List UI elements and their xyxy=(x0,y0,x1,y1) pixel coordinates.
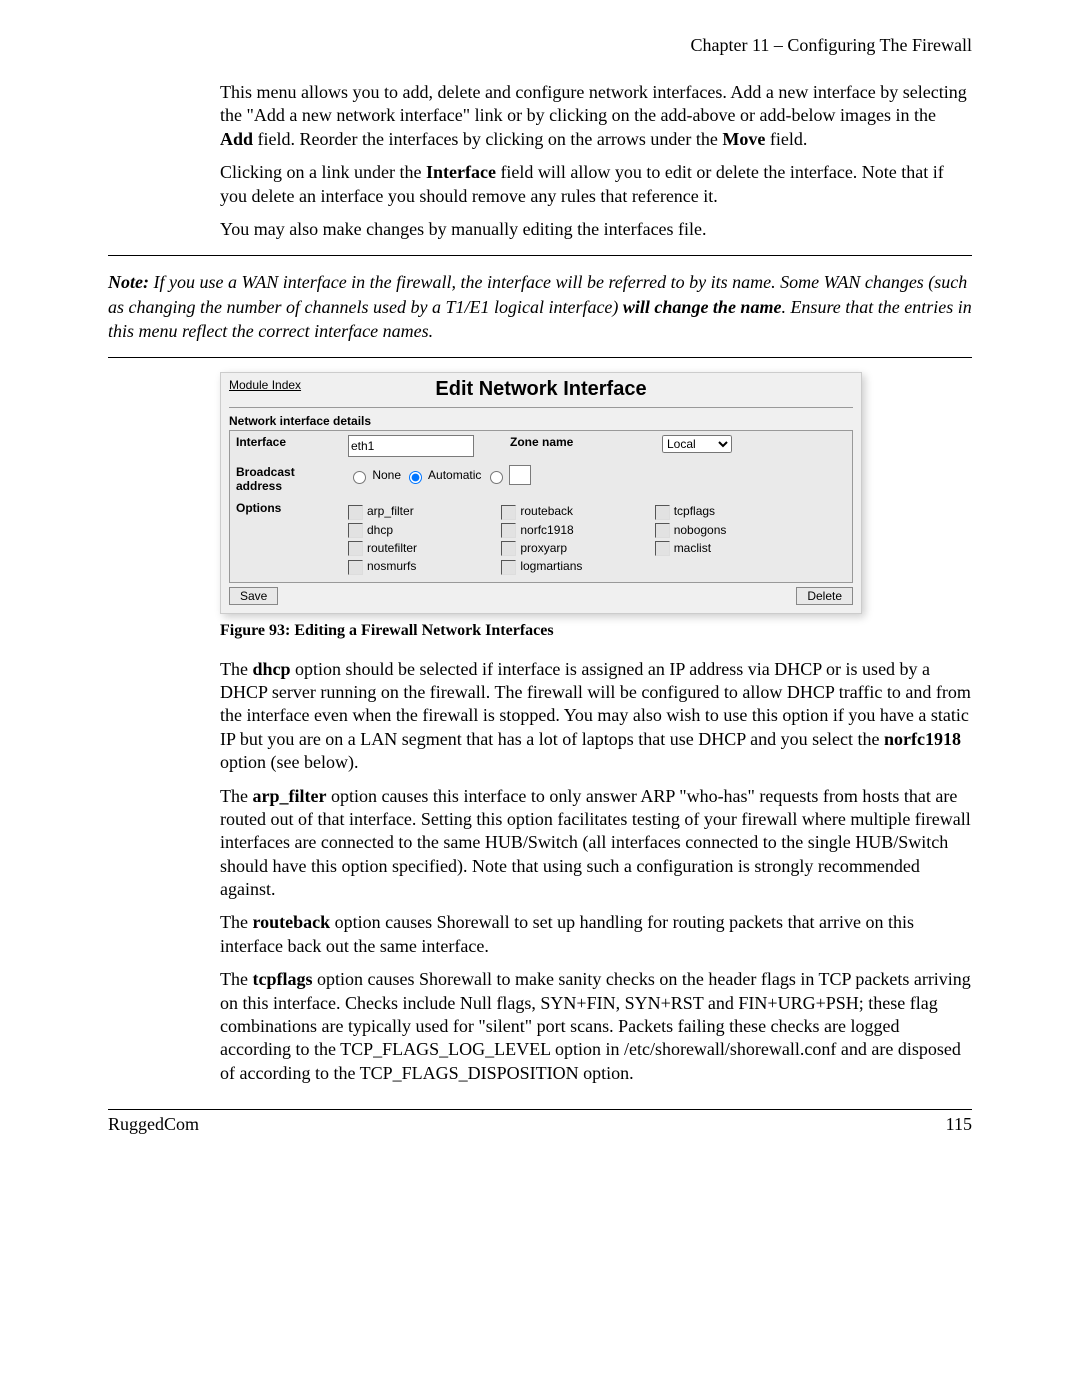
chapter-header: Chapter 11 – Configuring The Firewall xyxy=(108,35,972,56)
options-col2: routeback norfc1918 proxyarp logmartians xyxy=(501,501,651,577)
option-label: arp_filter xyxy=(367,504,414,518)
footer-divider xyxy=(108,1109,972,1110)
figure-caption: Figure 93: Editing a Firewall Network In… xyxy=(220,622,972,640)
text-bold: Interface xyxy=(426,162,496,182)
text: The xyxy=(220,912,252,932)
checkbox-proxyarp[interactable] xyxy=(501,541,516,556)
broadcast-custom-input[interactable] xyxy=(509,465,531,485)
options-col3: tcpflags nobogons maclist xyxy=(655,501,805,559)
option-label: dhcp xyxy=(367,523,393,537)
divider xyxy=(229,407,853,408)
option-label: routeback xyxy=(520,504,573,518)
text-bold: norfc1918 xyxy=(884,729,961,749)
divider xyxy=(108,357,972,358)
text-bold: arp_filter xyxy=(252,786,326,806)
broadcast-none-radio[interactable] xyxy=(353,471,366,484)
note-label: Note: xyxy=(108,272,149,292)
intro-p1: This menu allows you to add, delete and … xyxy=(220,81,972,151)
text-bold: Move xyxy=(722,129,765,149)
options-col1: arp_filter dhcp routefilter nosmurfs xyxy=(348,501,498,577)
checkbox-dhcp[interactable] xyxy=(348,523,363,538)
label-options: Options xyxy=(230,497,343,582)
option-label: logmartians xyxy=(520,559,582,573)
delete-button[interactable]: Delete xyxy=(796,587,853,605)
label-zone: Zone name xyxy=(504,431,656,462)
text-bold: tcpflags xyxy=(252,969,312,989)
option-label: routefilter xyxy=(367,541,417,555)
checkbox-tcpflags[interactable] xyxy=(655,505,670,520)
intro-p3: You may also make changes by manually ed… xyxy=(220,218,972,241)
checkbox-routefilter[interactable] xyxy=(348,541,363,556)
text: The xyxy=(220,659,252,679)
para-routeback: The routeback option causes Shorewall to… xyxy=(220,911,972,958)
checkbox-nobogons[interactable] xyxy=(655,523,670,538)
zone-select[interactable]: Local xyxy=(662,435,732,453)
footer-page-number: 115 xyxy=(946,1114,972,1135)
interface-input[interactable] xyxy=(348,435,474,457)
option-label: proxyarp xyxy=(520,541,567,555)
label-interface: Interface xyxy=(230,431,343,462)
checkbox-nosmurfs[interactable] xyxy=(348,560,363,575)
note-bold: will change the name xyxy=(623,297,782,317)
broadcast-automatic-label: Automatic xyxy=(428,468,481,482)
text-bold: routeback xyxy=(252,912,330,932)
text: option causes Shorewall to make sanity c… xyxy=(220,969,971,1083)
text: option causes this interface to only ans… xyxy=(220,786,971,900)
broadcast-custom-radio[interactable] xyxy=(490,471,503,484)
broadcast-automatic-radio[interactable] xyxy=(409,471,422,484)
checkbox-norfc1918[interactable] xyxy=(501,523,516,538)
text: option should be selected if interface i… xyxy=(220,659,971,749)
text-bold: Add xyxy=(220,129,253,149)
divider xyxy=(108,255,972,256)
text-bold: dhcp xyxy=(252,659,290,679)
para-arpfilter: The arp_filter option causes this interf… xyxy=(220,785,972,902)
option-label: nobogons xyxy=(674,523,727,537)
broadcast-none-label: None xyxy=(372,468,401,482)
checkbox-arp_filter[interactable] xyxy=(348,505,363,520)
intro-p2: Clicking on a link under the Interface f… xyxy=(220,161,972,208)
save-button[interactable]: Save xyxy=(229,587,278,605)
checkbox-logmartians[interactable] xyxy=(501,560,516,575)
label-broadcast: Broadcast address xyxy=(230,461,343,497)
text: The xyxy=(220,786,252,806)
interface-details-table: Interface Zone name Local Broadcast addr… xyxy=(229,430,853,582)
option-label: tcpflags xyxy=(674,504,715,518)
option-label: norfc1918 xyxy=(520,523,573,537)
note-block: Note: If you use a WAN interface in the … xyxy=(108,270,972,343)
text: field. xyxy=(765,129,807,149)
footer-left: RuggedCom xyxy=(108,1114,199,1135)
section-title: Network interface details xyxy=(229,414,853,428)
option-label: nosmurfs xyxy=(367,559,416,573)
panel-title: Edit Network Interface xyxy=(229,378,853,401)
para-tcpflags: The tcpflags option causes Shorewall to … xyxy=(220,968,972,1085)
text: field. Reorder the interfaces by clickin… xyxy=(253,129,722,149)
edit-interface-panel: Module Index Edit Network Interface Netw… xyxy=(220,372,862,613)
checkbox-routeback[interactable] xyxy=(501,505,516,520)
text: Clicking on a link under the xyxy=(220,162,426,182)
text: option (see below). xyxy=(220,752,358,772)
module-index-link[interactable]: Module Index xyxy=(229,378,301,392)
text: This menu allows you to add, delete and … xyxy=(220,82,967,125)
para-dhcp: The dhcp option should be selected if in… xyxy=(220,658,972,775)
option-label: maclist xyxy=(674,541,711,555)
text: The xyxy=(220,969,252,989)
checkbox-maclist[interactable] xyxy=(655,541,670,556)
